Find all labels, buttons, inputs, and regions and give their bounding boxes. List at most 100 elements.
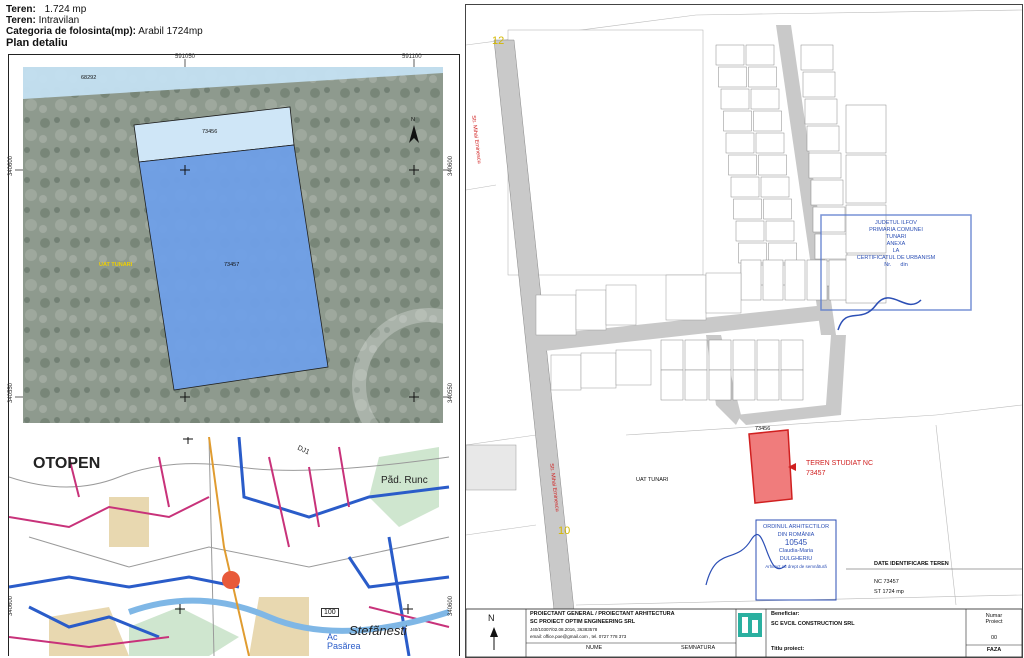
loc-coord-right: 340600 [448, 595, 455, 617]
place-pad-runc: Pãd. Runc [381, 475, 428, 486]
date-id-nc: NC 73457 [874, 579, 899, 585]
category-value: Arabil 1724mp [138, 26, 203, 37]
stamp-line-6: CERTIFICATUL DE URBANISM [856, 255, 936, 261]
stamp-line-5: LA [892, 248, 900, 254]
lot [806, 259, 828, 301]
site-plan: 12 10 Str. Mihai Eminescu Str. Mihai Emi… [465, 4, 1023, 658]
lot [812, 206, 846, 233]
plan-parcel-73456: 73456 [755, 426, 771, 432]
lot [808, 152, 842, 179]
parcel-73457-label: 73457 [224, 262, 240, 268]
lot [753, 110, 782, 132]
lot [723, 110, 752, 132]
arch-line-3: 10545 [784, 538, 808, 547]
category-label: Categoria de folosinta(mp): [6, 26, 137, 37]
titlu-label: Titlu proiect: [771, 646, 805, 652]
col-semnatura: SEMNATURA [681, 645, 716, 651]
header-area: Teren: 1.724 mp [6, 4, 86, 15]
architect-stamp: ORDINUL ARHITECTILOR DIN ROMÂNIA 10545 C… [758, 523, 834, 571]
loc-coord-left: 340600 [8, 595, 15, 617]
lot [762, 259, 784, 301]
parcel-68292-label: 68292 [81, 75, 97, 81]
lot [708, 369, 732, 401]
lot [732, 369, 756, 401]
lot [756, 369, 780, 401]
lot [802, 71, 836, 98]
designer-title: PROIECTANT GENERAL / PROIECTANT ARHITECT… [530, 611, 675, 617]
lot [810, 179, 844, 206]
lot [755, 132, 785, 154]
stamp-line-7: Nr. din [846, 262, 946, 269]
lot [814, 233, 848, 260]
lot [845, 104, 887, 154]
beneficiar-label: Beneficiar: [771, 611, 800, 617]
date-id-title: DATE IDENTIFICARE TEREN [874, 561, 949, 567]
arch-line-4: Claudia-Maria [778, 548, 814, 554]
lot [715, 44, 745, 66]
urbanism-stamp: JUDETUL ILFOV PRIMARIA COMUNEI TUNARI AN… [846, 220, 946, 269]
col-nume: NUME [586, 645, 603, 651]
lot [730, 176, 760, 198]
north-label: N [411, 117, 415, 123]
arch-line-1: ORDINUL ARHITECTILOR [762, 524, 830, 530]
plan-num-10: 10 [558, 525, 571, 537]
stamp-din: din [900, 262, 908, 268]
lot [748, 66, 777, 88]
arch-line-6: Arhitect cu drept de semnãturã [765, 564, 827, 569]
stamp-line-4: ANEXA [886, 241, 906, 247]
coord-y1-right: 340600 [448, 155, 455, 177]
designer-reg: J40/10307/02.08.2016, 36383578 [530, 627, 598, 632]
lot [684, 339, 708, 371]
designer-email: email: office.poe@gmail.com , tel. 0727 … [530, 634, 627, 639]
lot [806, 125, 840, 152]
lot [718, 66, 747, 88]
header-category-row: Categoria de folosinta(mp): Arabil 1724m… [6, 26, 203, 37]
plan-num-12: 12 [492, 35, 505, 47]
lot [780, 339, 804, 371]
lot [740, 259, 762, 301]
numar-label: Numar Proiect [985, 613, 1003, 625]
studied-parcel-line1: TEREN STUDIAT NC [806, 460, 874, 467]
lot [684, 369, 708, 401]
header-type-row: Teren: Intravilan [6, 15, 79, 26]
coord-y1: 340600 [8, 155, 15, 177]
lot [720, 88, 750, 110]
coord-x2: 591100 [402, 54, 422, 60]
plan-title: Plan detaliu [6, 37, 68, 49]
teren-type-label: Teren: [6, 15, 36, 26]
arch-line-5: DULGHERIU [779, 556, 813, 562]
coord-x1: 591050 [175, 54, 196, 60]
stamp-line-3: TUNARI [885, 234, 907, 240]
lot [660, 369, 684, 401]
stamp-line-2: PRIMARIA COMUNEI [869, 227, 923, 233]
lot [725, 132, 755, 154]
beneficiar-value: SC EVCIL CONSTRUCTION SRL [771, 621, 855, 627]
place-stefanesti: Stefãnesti [349, 623, 407, 638]
lot [745, 44, 775, 66]
designer-company: SC PROIECT OPTIM ENGINEERING SRL [530, 619, 636, 625]
parcel-73456-label: 73456 [202, 129, 218, 135]
faza-label: FAZA [986, 647, 1002, 653]
numar-value: 00 [990, 635, 998, 641]
coord-y2-right: 340550 [448, 382, 455, 404]
lot [708, 339, 732, 371]
coord-y2: 340550 [8, 382, 15, 404]
lot [760, 176, 790, 198]
orthophoto-map: 591050 591100 340600 340600 340550 34055… [8, 54, 460, 438]
lot [735, 220, 765, 242]
location-map: OTOPEN Pãd. Runc 100 Ac Pasãrea Stefãnes… [8, 437, 460, 656]
stamp-line-1: JUDETUL ILFOV [875, 220, 917, 226]
lot [758, 154, 787, 176]
lot [804, 98, 838, 125]
lot [784, 259, 806, 301]
teren-area: 1.724 mp [44, 4, 87, 15]
studied-parcel-line2: 73457 [806, 470, 826, 477]
lot [750, 88, 780, 110]
lot [660, 339, 684, 371]
road-100-label: 100 [321, 608, 339, 617]
lot [732, 339, 756, 371]
lot [800, 44, 834, 71]
lot [733, 198, 762, 220]
teren-label: Teren: [6, 4, 36, 15]
lot [756, 339, 780, 371]
